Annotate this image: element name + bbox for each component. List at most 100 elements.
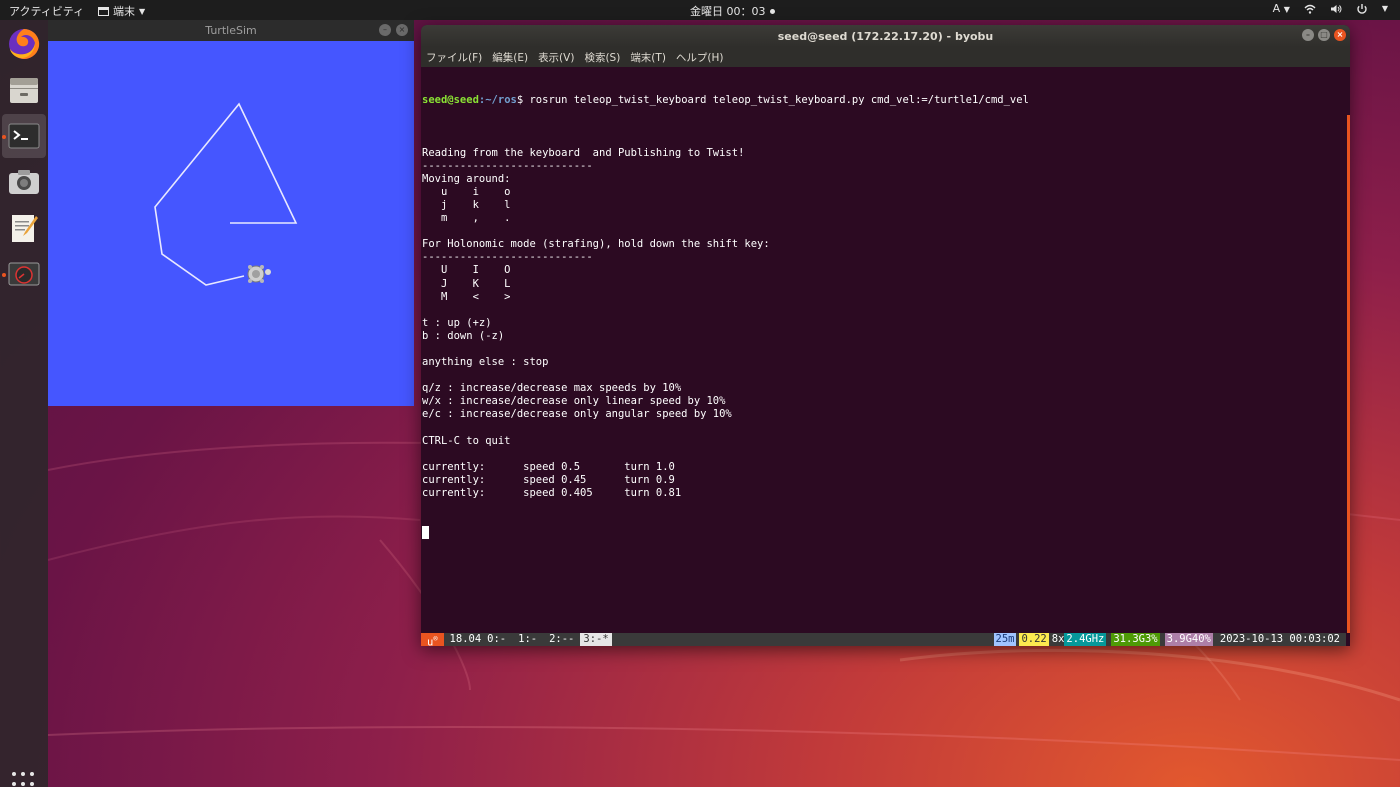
terminal-line: Reading from the keyboard and Publishing… <box>422 146 745 159</box>
dock-item-files[interactable] <box>2 68 46 112</box>
terminal-line: b : down (-z) <box>422 329 505 342</box>
system-tray[interactable]: A ▼ ▼ <box>1273 2 1388 15</box>
dock-item-system-monitor[interactable] <box>2 252 46 296</box>
menu-search[interactable]: 検索(S) <box>584 50 620 65</box>
command-line: seed@seed:~/ros$ rosrun teleop_twist_key… <box>422 94 1350 107</box>
turtle-icon <box>247 265 271 283</box>
power-icon[interactable] <box>1356 3 1368 15</box>
dock-item-text-editor[interactable] <box>2 206 46 250</box>
input-method-label: A <box>1272 2 1281 15</box>
terminal-titlebar[interactable]: seed@seed (172.22.17.20) - byobu – □ × <box>421 25 1350 47</box>
byobu-logo: u® <box>421 633 444 646</box>
system-monitor-icon <box>8 262 40 286</box>
terminal-line: anything else : stop <box>422 356 549 369</box>
files-icon <box>10 78 38 103</box>
terminal-app-icon <box>8 123 40 149</box>
byobu-window-1[interactable]: 1:- <box>509 633 540 646</box>
byobu-window-2[interactable]: 2:-- <box>540 633 577 646</box>
running-indicator-icon <box>2 273 6 277</box>
terminal-line: currently: speed 0.45 turn 0.9 <box>422 473 675 486</box>
byobu-release: 18.04 <box>449 633 482 645</box>
byobu-window-0[interactable]: 0:- <box>484 633 509 646</box>
menu-terminal[interactable]: 端末(T) <box>630 50 666 65</box>
byobu-uptime: 25m <box>993 633 1017 646</box>
maximize-icon[interactable]: □ <box>1318 29 1330 41</box>
chevron-down-icon[interactable]: ▼ <box>1382 4 1388 13</box>
menu-file[interactable]: ファイル(F) <box>426 50 482 65</box>
close-icon[interactable]: × <box>396 24 408 36</box>
dock-item-screenshot[interactable] <box>2 160 46 204</box>
text-cursor <box>422 526 429 540</box>
terminal-line: Moving around: <box>422 172 511 185</box>
terminal-line: --------------------------- <box>422 251 593 264</box>
minimize-icon[interactable]: – <box>1302 29 1314 41</box>
input-method-indicator[interactable]: A ▼ <box>1273 2 1290 15</box>
scrollbar-thumb[interactable] <box>1347 115 1350 633</box>
terminal-line: u i o <box>422 185 511 198</box>
turtle-path <box>154 102 298 286</box>
minimize-icon[interactable]: – <box>379 24 391 36</box>
turtlesim-window[interactable]: TurtleSim – × <box>48 20 414 406</box>
terminal-line: t : up (+z) <box>422 316 492 329</box>
byobu-memory: 31.3G3% <box>1111 633 1160 646</box>
terminal-icon <box>98 6 109 16</box>
byobu-datetime: 2023-10-13 00:03:02 <box>1219 633 1340 645</box>
clock[interactable]: 金曜日 00：03 <box>690 3 775 19</box>
prompt-user: seed@seed <box>422 94 479 107</box>
terminal-line: M < > <box>422 290 511 303</box>
terminal-menubar: ファイル(F) 編集(E) 表示(V) 検索(S) 端末(T) ヘルプ(H) <box>421 47 1350 67</box>
show-applications-icon[interactable] <box>12 772 36 787</box>
byobu-cpu-count: 8x <box>1051 633 1065 645</box>
firefox-icon <box>9 28 40 59</box>
terminal-line: e/c : increase/decrease only angular spe… <box>422 408 732 421</box>
wifi-icon[interactable] <box>1304 4 1316 14</box>
terminal-line: currently: speed 0.5 turn 1.0 <box>422 460 675 473</box>
byobu-status-right: 25m 0.22 8x 2.4GHz 31.3G3% 3.9G40% 2023-… <box>993 633 1340 646</box>
terminal-line: j k l <box>422 198 511 211</box>
close-icon[interactable]: × <box>1334 29 1346 41</box>
terminal-output[interactable]: seed@seed:~/ros$ rosrun teleop_twist_key… <box>421 67 1350 633</box>
terminal-line: For Holonomic mode (strafing), hold down… <box>422 238 770 251</box>
byobu-disk: 3.9G40% <box>1164 633 1213 646</box>
menu-view[interactable]: 表示(V) <box>538 50 574 65</box>
chevron-down-icon: ▼ <box>139 6 146 16</box>
text-editor-icon <box>12 215 38 242</box>
notification-dot-icon <box>769 8 775 14</box>
dock <box>0 20 48 787</box>
terminal-line: --------------------------- <box>422 159 593 172</box>
clock-label: 金曜日 00：03 <box>690 5 766 18</box>
dock-item-firefox[interactable] <box>2 22 46 66</box>
activities-button[interactable]: アクティビティ <box>9 3 84 19</box>
menu-help[interactable]: ヘルプ(H) <box>676 50 724 65</box>
menu-edit[interactable]: 編集(E) <box>492 50 528 65</box>
command-text: $ rosrun teleop_twist_keyboard teleop_tw… <box>516 94 1029 107</box>
cursor-line <box>422 526 1350 540</box>
app-menu-label: 端末 <box>113 5 135 18</box>
terminal-line: w/x : increase/decrease only linear spee… <box>422 395 726 408</box>
turtlesim-title: TurtleSim <box>205 24 257 37</box>
prompt-path: :~/ros <box>478 94 517 107</box>
terminal-line: q/z : increase/decrease max speeds by 10… <box>422 382 682 395</box>
byobu-window-3[interactable]: 3:-* <box>580 633 612 646</box>
terminal-line: currently: speed 0.405 turn 0.81 <box>422 487 682 499</box>
camera-icon <box>9 170 39 194</box>
volume-icon[interactable] <box>1330 4 1342 14</box>
terminal-title: seed@seed (172.22.17.20) - byobu <box>777 29 994 43</box>
scrollbar[interactable] <box>1346 67 1350 633</box>
turtlesim-canvas <box>48 41 414 406</box>
turtlesim-titlebar[interactable]: TurtleSim – × <box>48 20 414 41</box>
chevron-down-icon: ▼ <box>1283 5 1290 14</box>
terminal-line: CTRL-C to quit <box>422 434 511 447</box>
terminal-window[interactable]: seed@seed (172.22.17.20) - byobu – □ × フ… <box>421 25 1350 646</box>
dock-item-terminal[interactable] <box>2 114 46 158</box>
top-bar: アクティビティ 端末 ▼ 金曜日 00：03 A ▼ ▼ <box>0 0 1400 20</box>
terminal-line: J K L <box>422 277 511 290</box>
app-menu[interactable]: 端末 ▼ <box>98 3 145 19</box>
running-indicator-icon <box>2 135 6 139</box>
